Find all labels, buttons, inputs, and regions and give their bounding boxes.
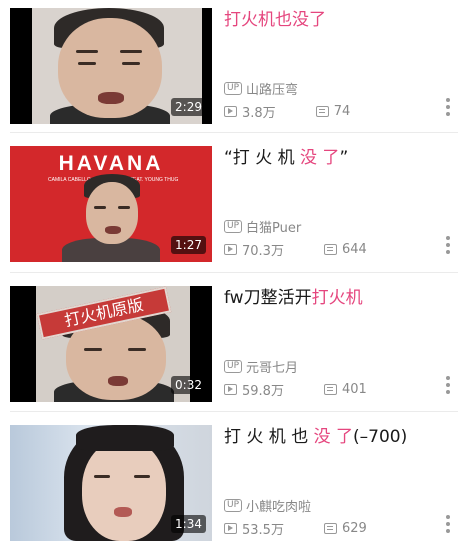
video-title-tail: ”	[339, 148, 349, 168]
video-thumbnail[interactable]: 2:29	[10, 8, 212, 124]
thumbnail-face	[86, 182, 138, 244]
danmaku-count: 629	[341, 520, 367, 536]
view-count: 70.3万	[242, 243, 284, 259]
thumbnail-figure	[76, 425, 174, 451]
uploader-name: 白猫Puer	[246, 220, 302, 236]
video-title-text: 打火机也没了	[224, 10, 326, 30]
video-title-highlight: 没 了	[313, 427, 354, 447]
video-title[interactable]: 打 火 机 也 没 了(–700)	[224, 425, 454, 449]
danmaku-count: 74	[333, 103, 351, 119]
up-badge-icon: UP	[224, 498, 243, 512]
video-thumbnail[interactable]: HAVANA CAMILA CABELLO FEAT. YOUNG THUG 1…	[10, 146, 212, 262]
video-duration: 0:32	[171, 376, 206, 394]
stats-row: 3.8万 74	[224, 100, 350, 122]
video-thumbnail[interactable]: 1:34	[10, 425, 212, 541]
video-list: 2:29 打火机也没了 UP 山路压弯 3.8万 74 HAVANA CAMIL…	[0, 0, 468, 551]
thumbnail-figure	[84, 348, 102, 351]
uploader-row[interactable]: UP 小麒吃肉啦	[224, 495, 311, 515]
thumbnail-title: HAVANA	[58, 152, 164, 175]
thumbnail-figure	[94, 206, 106, 209]
up-badge-icon: UP	[224, 359, 243, 373]
thumbnail-figure	[114, 507, 132, 517]
uploader-row[interactable]: UP 白猫Puer	[224, 216, 301, 236]
thumbnail-figure	[76, 50, 98, 53]
video-duration: 1:34	[171, 515, 206, 533]
thumbnail-face	[82, 439, 166, 541]
danmaku-icon	[323, 383, 337, 395]
video-item-4[interactable]: 1:34 打 火 机 也 没 了(–700) UP 小麒吃肉啦 53.5万 62…	[0, 417, 468, 545]
uploader-name: 山路压弯	[246, 82, 299, 98]
up-badge-icon: UP	[224, 81, 243, 95]
play-count-icon	[224, 522, 237, 534]
video-duration: 1:27	[171, 236, 206, 254]
video-title-text: fw刀整活开	[224, 288, 312, 308]
stats-row: 70.3万 644	[224, 238, 367, 260]
video-title[interactable]: “打 火 机 没 了”	[224, 146, 454, 170]
thumbnail-figure	[122, 62, 140, 65]
letterbox-left	[10, 8, 32, 124]
play-count-icon	[224, 383, 237, 395]
danmaku-icon	[323, 243, 337, 255]
play-count-icon	[224, 243, 237, 255]
more-vertical-icon[interactable]	[446, 515, 450, 539]
danmaku-count: 644	[341, 241, 367, 257]
video-item-2[interactable]: HAVANA CAMILA CABELLO FEAT. YOUNG THUG 1…	[0, 138, 468, 266]
divider	[10, 132, 458, 133]
thumbnail-figure	[118, 206, 130, 209]
video-item-1[interactable]: 2:29 打火机也没了 UP 山路压弯 3.8万 74	[0, 0, 468, 128]
video-duration: 2:29	[171, 98, 206, 116]
view-count: 53.5万	[242, 522, 284, 538]
thumbnail-figure	[134, 475, 150, 478]
divider	[10, 411, 458, 412]
danmaku-count: 401	[341, 381, 367, 397]
thumbnail-figure	[94, 475, 110, 478]
video-title-highlight: 没 了	[300, 148, 340, 168]
thumbnail-figure	[98, 92, 124, 104]
video-title-text: 打 火 机 也	[224, 427, 314, 447]
video-title[interactable]: 打火机也没了	[224, 8, 454, 32]
stats-row: 59.8万 401	[224, 378, 367, 400]
danmaku-icon	[315, 105, 329, 117]
thumbnail-figure	[108, 376, 128, 386]
up-badge-icon: UP	[224, 219, 243, 233]
uploader-row[interactable]: UP 山路压弯	[224, 78, 298, 98]
thumbnail-figure	[120, 50, 142, 53]
video-title-text: “打 火 机	[224, 148, 301, 168]
video-title[interactable]: fw刀整活开打火机	[224, 286, 454, 310]
more-vertical-icon[interactable]	[446, 376, 450, 400]
thumbnail-figure	[105, 226, 121, 234]
divider	[10, 272, 458, 273]
video-item-3[interactable]: 打火机原版 0:32 fw刀整活开打火机 UP 元哥七月 59.8万 401	[0, 278, 468, 406]
video-title-tail: (–700)	[353, 427, 408, 447]
uploader-row[interactable]: UP 元哥七月	[224, 356, 298, 376]
more-vertical-icon[interactable]	[446, 236, 450, 260]
more-vertical-icon[interactable]	[446, 98, 450, 122]
uploader-name: 元哥七月	[246, 360, 299, 376]
video-title-highlight: 打火机	[311, 288, 363, 308]
letterbox-left	[10, 286, 36, 402]
danmaku-icon	[323, 522, 337, 534]
stats-row: 53.5万 629	[224, 517, 367, 539]
thumbnail-figure	[128, 348, 146, 351]
play-count-icon	[224, 105, 237, 117]
uploader-name: 小麒吃肉啦	[246, 499, 312, 515]
video-thumbnail[interactable]: 打火机原版 0:32	[10, 286, 212, 402]
view-count: 3.8万	[242, 105, 276, 121]
thumbnail-figure	[78, 62, 96, 65]
view-count: 59.8万	[242, 383, 284, 399]
